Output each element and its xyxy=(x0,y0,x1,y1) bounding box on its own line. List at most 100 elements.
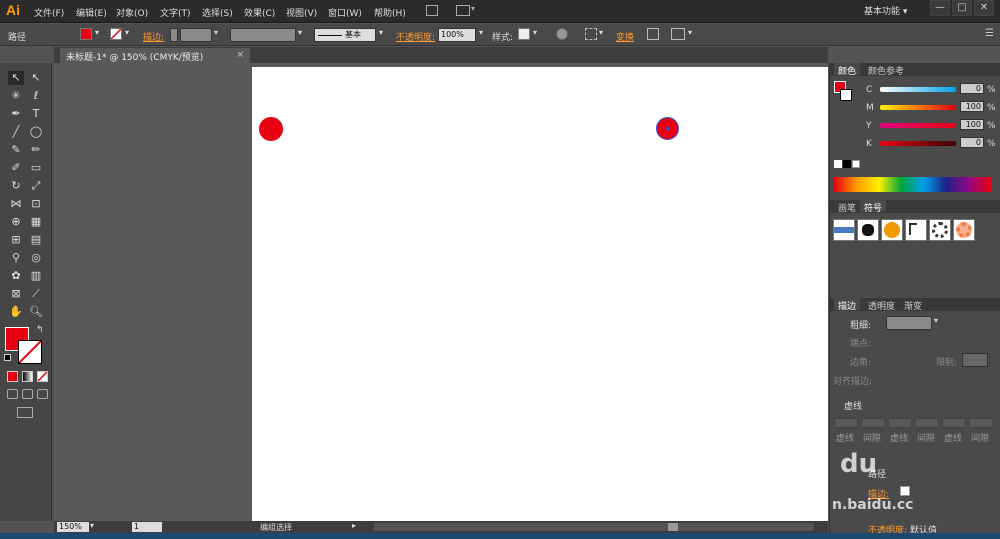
stroke-swatch[interactable] xyxy=(110,28,122,40)
gradient-tool-icon[interactable]: ▤ xyxy=(28,233,44,247)
column-graph-tool-icon[interactable]: ▥ xyxy=(28,269,44,283)
chevron-down-icon[interactable]: ▾ xyxy=(214,28,218,37)
tab-stroke[interactable]: 描边 xyxy=(834,298,861,312)
draw-inside-icon[interactable] xyxy=(37,389,48,399)
white-swatch[interactable] xyxy=(852,160,860,168)
chevron-down-icon[interactable]: ▾ xyxy=(379,28,383,37)
symbol-sprayer-tool-icon[interactable]: ✿ xyxy=(8,269,24,283)
mesh-tool-icon[interactable]: ⊞ xyxy=(8,233,24,247)
symbol-swatch-5[interactable] xyxy=(929,219,951,241)
color-spectrum[interactable] xyxy=(834,177,991,192)
gap-1-input[interactable] xyxy=(861,418,885,428)
limit-input[interactable] xyxy=(962,353,988,367)
color-panel-stroke[interactable] xyxy=(840,89,852,101)
bridge-icon[interactable] xyxy=(426,5,438,16)
selection-tool-icon[interactable]: ↖ xyxy=(8,71,24,85)
magic-wand-tool-icon[interactable]: ✳ xyxy=(8,89,24,103)
red-circle-selected[interactable] xyxy=(656,117,679,140)
slice-tool-icon[interactable]: ⟋ xyxy=(28,287,44,301)
stroke-link[interactable]: 描边: xyxy=(143,30,164,43)
arrange-documents-icon[interactable] xyxy=(456,5,470,16)
variable-width-select[interactable] xyxy=(230,28,296,42)
document-tab[interactable]: 未标题-1* @ 150% (CMYK/预览) × xyxy=(60,48,250,63)
gap-3-input[interactable] xyxy=(969,418,993,428)
cyan-slider[interactable] xyxy=(880,87,956,92)
tab-transparency[interactable]: 透明度 xyxy=(864,298,899,312)
none-mode-icon[interactable] xyxy=(37,371,48,382)
blob-brush-tool-icon[interactable]: ✐ xyxy=(8,161,24,175)
artboard-tool-icon[interactable]: ⊠ xyxy=(8,287,24,301)
cyan-input[interactable]: 0 xyxy=(960,83,984,94)
menu-type[interactable]: 文字(T) xyxy=(160,6,191,19)
chevron-down-icon[interactable]: ▾ xyxy=(479,28,483,37)
ellipse-tool-icon[interactable]: ◯ xyxy=(28,125,44,139)
artboard[interactable] xyxy=(252,67,828,521)
close-icon[interactable]: × xyxy=(236,50,244,60)
black-slider[interactable] xyxy=(880,141,956,146)
style-swatch[interactable] xyxy=(518,28,530,40)
page-input[interactable]: 1 xyxy=(132,522,162,532)
menu-file[interactable]: 文件(F) xyxy=(34,6,64,19)
chevron-down-icon[interactable]: ▾ xyxy=(599,28,603,37)
magenta-slider[interactable] xyxy=(880,105,956,110)
menu-edit[interactable]: 编辑(E) xyxy=(76,6,107,19)
screen-mode-icon[interactable] xyxy=(17,407,33,418)
scale-tool-icon[interactable]: ⤢ xyxy=(28,179,44,193)
dash-1-input[interactable] xyxy=(834,418,858,428)
tab-color-guide[interactable]: 颜色参考 xyxy=(864,63,908,77)
maximize-button[interactable]: □ xyxy=(952,0,972,16)
red-circle[interactable] xyxy=(259,117,283,141)
tab-gradient[interactable]: 渐变 xyxy=(900,298,926,312)
rotate-tool-icon[interactable]: ↻ xyxy=(8,179,24,193)
lasso-tool-icon[interactable]: ℓ xyxy=(28,89,44,103)
tab-brushes[interactable]: 画笔 xyxy=(834,200,860,214)
control-menu-icon[interactable]: ☰ xyxy=(985,28,994,39)
perspective-grid-tool-icon[interactable]: ▦ xyxy=(28,215,44,229)
symbol-swatch-2[interactable] xyxy=(857,219,879,241)
dash-2-input[interactable] xyxy=(888,418,912,428)
blend-tool-icon[interactable]: ◎ xyxy=(28,251,44,265)
line-tool-icon[interactable]: ╱ xyxy=(8,125,24,139)
chevron-down-icon[interactable]: ▾ xyxy=(533,28,537,37)
chevron-down-icon[interactable]: ▾ xyxy=(298,28,302,37)
magenta-input[interactable]: 100 xyxy=(960,101,984,112)
workspace-switcher[interactable]: 基本功能 ▾ xyxy=(864,4,922,18)
tab-color[interactable]: 颜色 xyxy=(834,63,861,77)
width-tool-icon[interactable]: ⋈ xyxy=(8,197,24,211)
weight-input[interactable] xyxy=(886,316,932,330)
stroke-color-box[interactable] xyxy=(18,340,42,364)
tab-symbols[interactable]: 符号 xyxy=(860,200,887,214)
panel-menu-icon[interactable] xyxy=(671,28,685,40)
dash-3-input[interactable] xyxy=(942,418,966,428)
scroll-thumb[interactable] xyxy=(668,523,678,531)
type-tool-icon[interactable]: T xyxy=(28,107,44,121)
color-mode-icon[interactable] xyxy=(7,371,18,382)
none-swatch[interactable] xyxy=(834,160,842,168)
symbol-swatch-4[interactable] xyxy=(905,219,927,241)
chevron-down-icon[interactable]: ▾ xyxy=(688,28,692,37)
hand-tool-icon[interactable]: ✋ xyxy=(8,305,24,319)
swap-colors-icon[interactable]: ↰ xyxy=(36,325,44,335)
yellow-input[interactable]: 100 xyxy=(960,119,984,130)
menu-object[interactable]: 对象(O) xyxy=(116,6,148,19)
zoom-input[interactable]: 150% xyxy=(57,522,89,532)
free-transform-tool-icon[interactable]: ⊡ xyxy=(28,197,44,211)
zoom-tool-icon[interactable]: 🔍︎ xyxy=(28,305,44,319)
menu-window[interactable]: 窗口(W) xyxy=(328,6,362,19)
isolate-icon[interactable] xyxy=(647,28,659,40)
eyedropper-tool-icon[interactable]: ⚲ xyxy=(8,251,24,265)
paintbrush-tool-icon[interactable]: ✎ xyxy=(8,143,24,157)
recolor-icon[interactable] xyxy=(556,28,568,40)
stroke-weight-input[interactable] xyxy=(180,28,212,42)
align-icon[interactable] xyxy=(585,28,597,40)
gradient-mode-icon[interactable] xyxy=(22,371,33,382)
opacity-input[interactable]: 100% xyxy=(438,28,476,42)
gap-2-input[interactable] xyxy=(915,418,939,428)
default-colors-icon[interactable] xyxy=(4,354,11,361)
fill-swatch[interactable] xyxy=(80,28,92,40)
menu-effect[interactable]: 效果(C) xyxy=(244,6,275,19)
chevron-down-icon[interactable]: ▾ xyxy=(934,316,938,325)
appearance-stroke-swatch[interactable] xyxy=(900,486,910,496)
close-button[interactable]: ✕ xyxy=(974,0,994,16)
menu-select[interactable]: 选择(S) xyxy=(202,6,233,19)
